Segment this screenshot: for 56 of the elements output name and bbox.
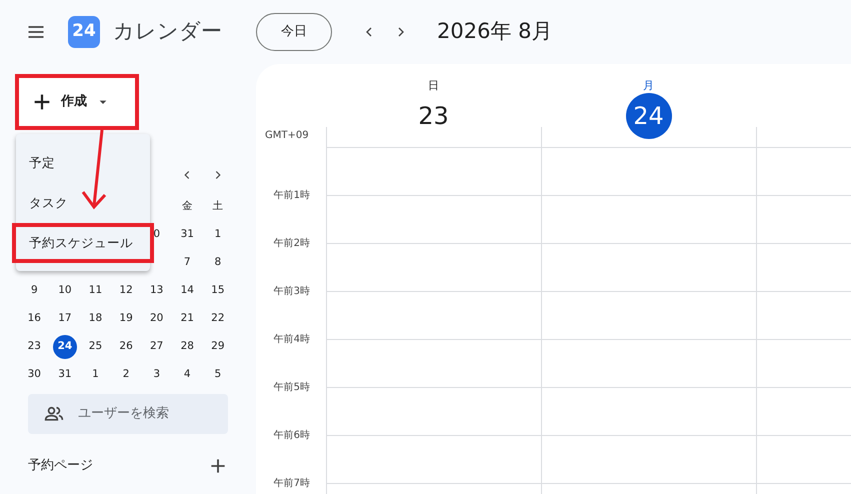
date-cell[interactable]: 31 bbox=[175, 223, 200, 247]
date-cell[interactable]: 2 bbox=[114, 363, 138, 387]
date-number[interactable]: 23 bbox=[410, 93, 456, 139]
menu-item[interactable]: 予約スケジュール bbox=[12, 223, 154, 263]
timezone-label: GMT+09 bbox=[264, 129, 310, 143]
date-cell[interactable]: 16 bbox=[22, 307, 46, 331]
weekday-label: 月 bbox=[642, 78, 655, 94]
hour-label: 午前2時 bbox=[272, 236, 311, 251]
date-cell[interactable]: 3 bbox=[144, 363, 169, 387]
today-button[interactable]: 今日 bbox=[256, 13, 332, 51]
hour-label: 午前7時 bbox=[272, 476, 311, 491]
weekday-label: 土 bbox=[212, 199, 224, 214]
menu-item[interactable]: タスク bbox=[12, 183, 154, 223]
date-cell[interactable]: 17 bbox=[52, 307, 77, 331]
date-cell[interactable]: 31 bbox=[52, 363, 77, 387]
date-cell[interactable]: 14 bbox=[175, 279, 200, 303]
weekday-label: 金 bbox=[182, 199, 193, 214]
create-button[interactable]: 作成 bbox=[19, 78, 135, 126]
hour-label: 午前5時 bbox=[272, 380, 311, 395]
date-cell[interactable]: 26 bbox=[114, 335, 138, 359]
people-search-field[interactable]: ユーザーを検索 bbox=[28, 394, 228, 434]
date-cell[interactable]: 1 bbox=[206, 223, 230, 247]
date-cell[interactable]: 10 bbox=[52, 279, 77, 303]
date-cell[interactable]: 18 bbox=[83, 307, 108, 331]
date-cell[interactable]: 8 bbox=[206, 251, 230, 275]
date-number[interactable]: 24 bbox=[626, 93, 672, 139]
date-cell[interactable]: 23 bbox=[22, 335, 46, 359]
calendar-logo: 24 bbox=[68, 16, 100, 48]
date-cell[interactable]: 11 bbox=[83, 279, 108, 303]
date-cell[interactable]: 27 bbox=[144, 335, 169, 359]
date-cell[interactable]: 9 bbox=[22, 279, 46, 303]
weekday-label: 日 bbox=[427, 78, 440, 94]
date-cell[interactable]: 7 bbox=[175, 251, 200, 275]
date-cell[interactable]: 25 bbox=[83, 335, 108, 359]
date-cell[interactable]: 19 bbox=[114, 307, 138, 331]
date-cell[interactable]: 20 bbox=[144, 307, 169, 331]
date-cell[interactable]: 15 bbox=[206, 279, 230, 303]
period-title: 2026年 8月 bbox=[437, 18, 552, 46]
date-cell[interactable]: 22 bbox=[206, 307, 230, 331]
date-cell[interactable]: 13 bbox=[144, 279, 169, 303]
date-cell[interactable]: 29 bbox=[206, 335, 230, 359]
date-cell[interactable]: 24 bbox=[52, 335, 77, 359]
menu-item[interactable]: 予定 bbox=[12, 143, 154, 183]
hour-label: 午前6時 bbox=[272, 428, 311, 443]
date-cell[interactable]: 1 bbox=[83, 363, 108, 387]
date-cell[interactable]: 28 bbox=[175, 335, 200, 359]
date-cell[interactable]: 21 bbox=[175, 307, 200, 331]
date-cell[interactable]: 4 bbox=[175, 363, 200, 387]
section-title: 予約ページ bbox=[28, 457, 93, 476]
date-cell[interactable]: 30 bbox=[22, 363, 46, 387]
app-title: カレンダー bbox=[113, 18, 222, 46]
hour-label: 午前3時 bbox=[272, 284, 311, 299]
date-cell[interactable]: 5 bbox=[206, 363, 230, 387]
hour-label: 午前4時 bbox=[272, 332, 311, 347]
date-cell[interactable]: 12 bbox=[114, 279, 138, 303]
hour-label: 午前1時 bbox=[272, 188, 311, 203]
